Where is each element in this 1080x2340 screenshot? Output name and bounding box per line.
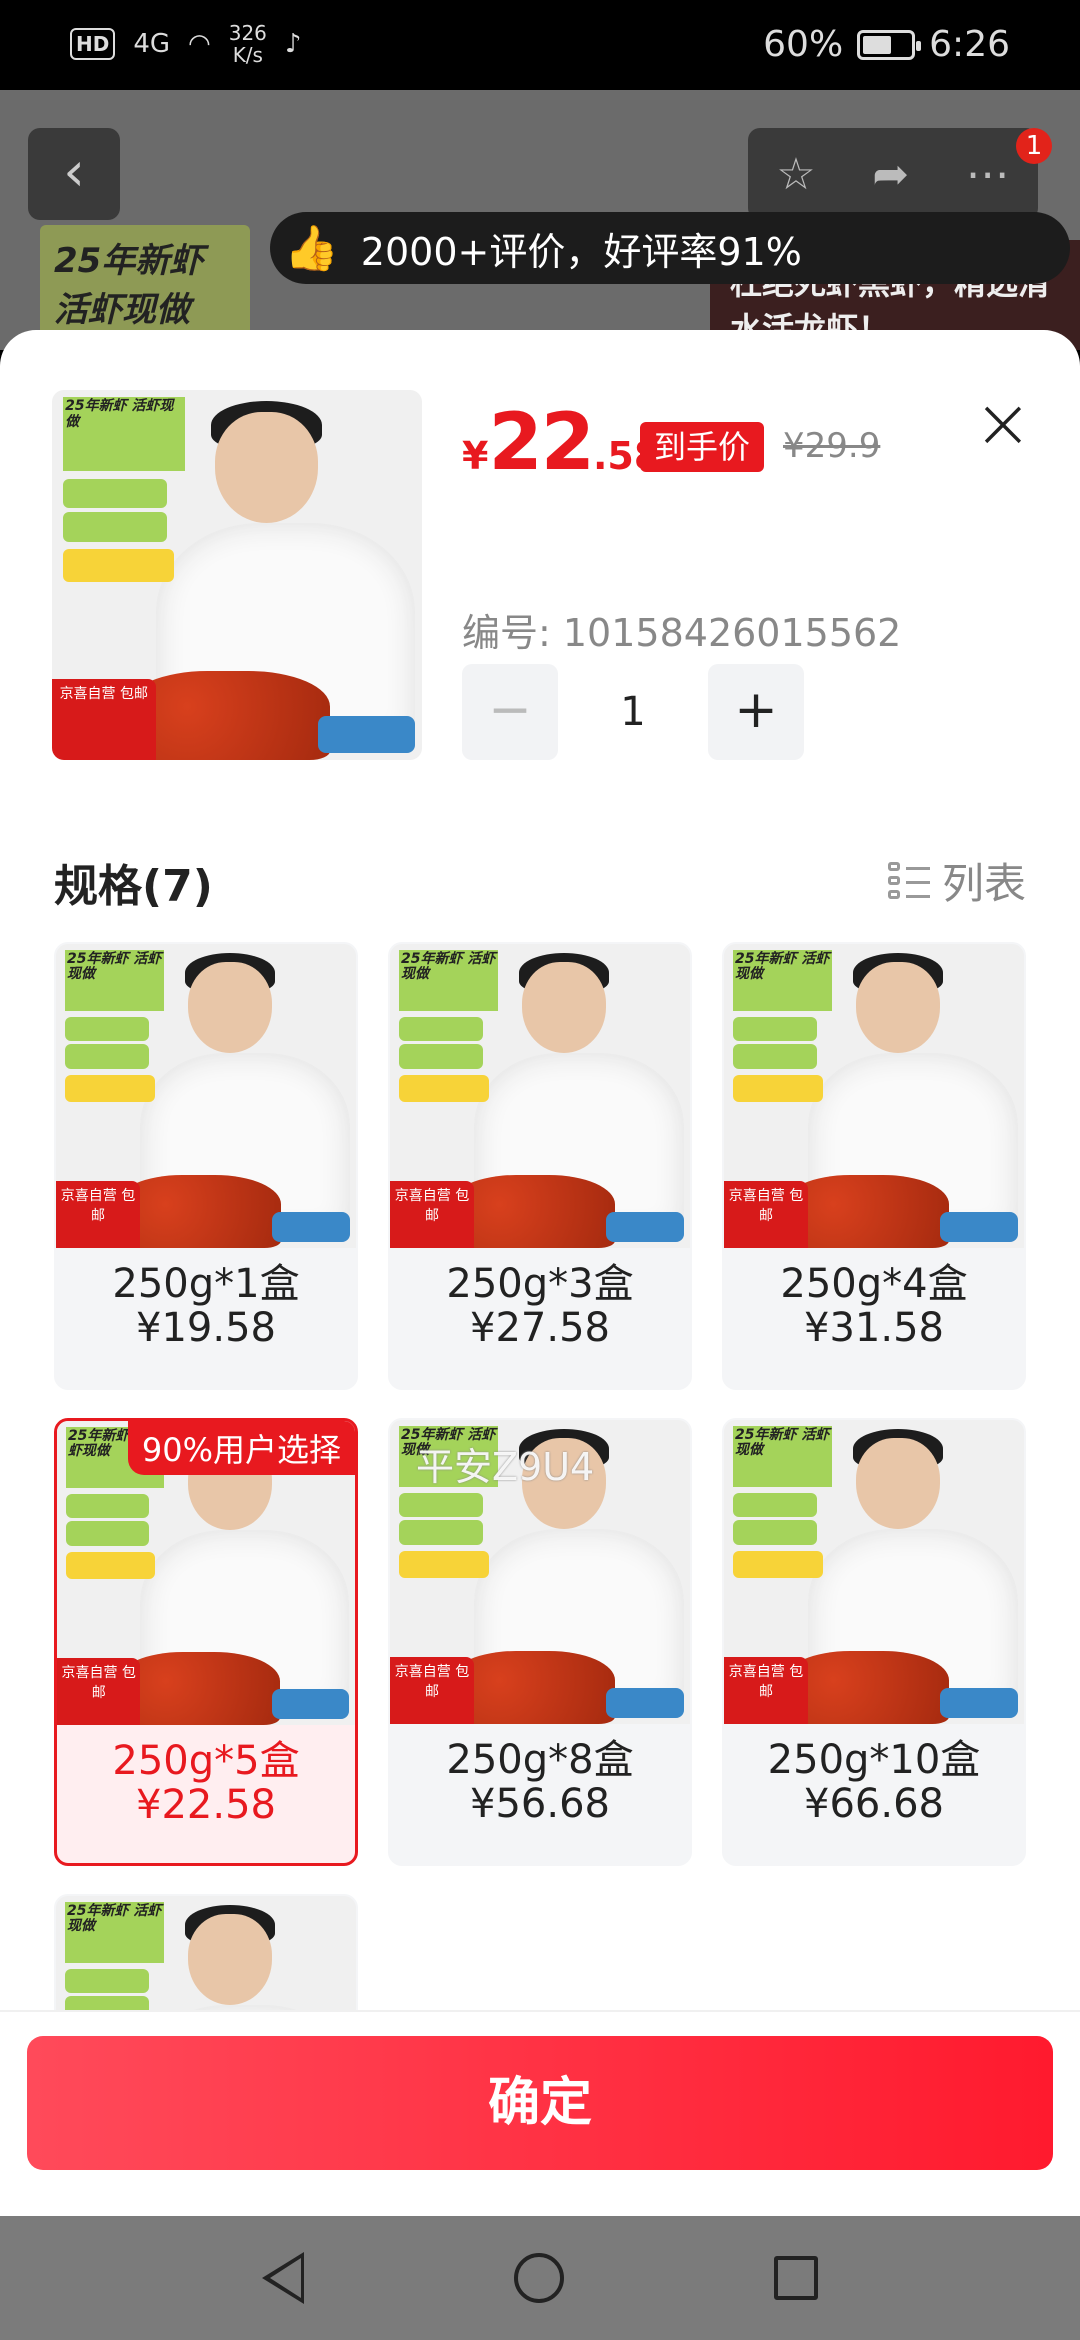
spec-option[interactable]: 25年新虾 活虾现做 京喜自营 包邮 250g*4盒 ¥31.58 [722,942,1026,1390]
sku-number: 编号: 10158426015562 [462,611,902,655]
back-button[interactable]: ‹ [28,128,120,220]
spec-option-name: 250g*5盒 [112,1738,300,1784]
spec-title: 规格(7) [54,861,213,912]
spec-option-name: 250g*8盒 [446,1737,634,1783]
bottom-bar: 确定 [0,2010,1080,2216]
list-view-toggle[interactable]: 列表 [887,850,1026,911]
system-nav-bar [0,2216,1080,2340]
favorite-icon[interactable]: ☆ [776,149,815,200]
decrement-button[interactable]: − [462,664,558,760]
product-image: 25年新虾 活虾现做 京喜自营 包邮 [52,390,422,760]
spec-option[interactable]: 25年新虾 活虾现做 京喜自营 包邮 250g*1盒 ¥19.58 [54,942,358,1390]
spec-option-image: 25年新虾 活虾现做京喜自营 包邮 [724,1420,1024,1724]
header-actions: ☆ ➦ ⋯ [748,128,1038,220]
original-price: ¥29.9 [783,426,881,466]
spec-option-label: 250g*4盒 ¥31.58 [724,1262,1024,1350]
close-button[interactable]: × [966,388,1040,462]
spec-option-name: 250g*4盒 [780,1261,968,1307]
increment-button[interactable]: + [708,664,804,760]
nav-recent-icon[interactable] [774,2256,818,2300]
list-icon [887,860,930,902]
spec-option-label: 250g*1盒 ¥19.58 [56,1262,356,1350]
spec-option-price: ¥22.58 [136,1782,276,1828]
share-icon[interactable]: ➦ [872,149,909,200]
product-image-tag: 25年新虾 活虾现做 [63,397,186,472]
spec-option-name: 250g*1盒 [112,1261,300,1307]
spec-option-price: ¥27.58 [470,1305,610,1351]
spec-option-price: ¥31.58 [804,1305,944,1351]
status-bar: HD 4G ◠ 326 K/s ♪ 60% 6:26 [0,0,1080,90]
jd-badge: 京喜自营 包邮 [52,678,156,760]
spec-option-image: 25年新虾 活虾现做京喜自营 包邮 [390,944,690,1248]
signal-icon: 4G [133,29,171,59]
review-toast: 👍 2000+评价，好评率91% [270,212,1070,284]
battery-percent: 60% [763,24,844,65]
confirm-button[interactable]: 确定 [27,2036,1053,2170]
sku-selector-sheet: 25年新虾 活虾现做 京喜自营 包邮 × ¥ 22 .58 到手价 ¥29.9 … [0,330,1080,2216]
quantity-value: 1 [620,689,646,735]
more-icon[interactable]: ⋯ [966,149,1010,200]
nav-home-icon[interactable] [514,2253,564,2303]
battery-icon [857,29,922,60]
clock: 6:26 [929,24,1010,65]
spec-option-image: 25年新虾 活虾现做京喜自营 包邮 [56,944,356,1248]
spec-option[interactable]: 25年新虾 活虾现做 京喜自营 包邮 250g*3盒 ¥27.58 [388,942,692,1390]
tiktok-icon: ♪ [284,29,302,59]
spec-option-name: 250g*10盒 [767,1737,981,1783]
watermark: 平安Z9U4 [416,1445,595,1489]
notification-badge: 1 [1016,128,1052,164]
hd-icon: HD [70,28,116,60]
nav-back-icon[interactable] [262,2252,304,2304]
spec-option-label: 250g*3盒 ¥27.58 [390,1262,690,1350]
battery-level [863,35,891,54]
wifi-icon: ◠ [188,29,211,59]
spec-option-price: ¥19.58 [136,1305,276,1351]
popular-choice-badge: 90%用户选择 [127,1421,355,1475]
spec-option-label: 250g*10盒 ¥66.68 [724,1738,1024,1826]
spec-option[interactable]: 25年新虾 活虾现做 京喜自营 包邮 250g*10盒 ¥66.68 [722,1418,1026,1866]
spec-option-image: 25年新虾 活虾现做京喜自营 包邮 [724,944,1024,1248]
quantity-stepper: − 1 + [462,664,804,760]
spec-option[interactable]: 25年新虾 活虾现做 京喜自营 包邮 90%用户选择 250g*5盒 ¥22.58 [54,1418,358,1866]
spec-option-label: 250g*8盒 ¥56.68 [390,1738,690,1826]
network-speed: 326 K/s [228,21,267,67]
thumbs-up-icon: 👍 [284,223,339,274]
spec-option-label: 250g*5盒 ¥22.58 [57,1739,355,1827]
spec-option-price: ¥66.68 [804,1781,944,1827]
spec-option-name: 250g*3盒 [446,1261,634,1307]
spec-option-price: ¥56.68 [470,1781,610,1827]
current-price: ¥ 22 .58 [462,398,661,488]
final-price-tag: 到手价 [640,422,765,472]
